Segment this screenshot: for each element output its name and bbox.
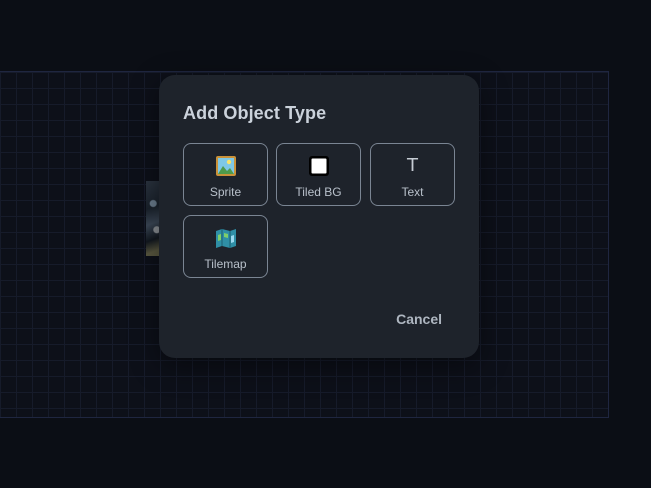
add-object-type-dialog: Add Object Type Sprite Tiled BG T Text T… — [159, 75, 479, 358]
map-icon — [184, 227, 267, 249]
sprite-option-label: Sprite — [209, 185, 242, 199]
tiled-bg-option-button[interactable]: Tiled BG — [276, 143, 361, 206]
dialog-title: Add Object Type — [183, 103, 327, 123]
text-option-label: Text — [401, 185, 424, 199]
tiled-bg-option-label: Tiled BG — [295, 185, 342, 199]
sprite-option-button[interactable]: Sprite — [183, 143, 268, 206]
text-t-icon: T — [407, 155, 418, 176]
tilemap-option-button[interactable]: Tilemap — [183, 215, 268, 278]
text-option-button[interactable]: T Text — [370, 143, 455, 206]
tilemap-option-label: Tilemap — [204, 257, 247, 271]
app-window: Add Object Type Sprite Tiled BG T Text T… — [0, 0, 651, 488]
picture-icon — [184, 155, 267, 177]
white-square-icon — [277, 155, 360, 177]
cancel-button[interactable]: Cancel — [396, 311, 442, 327]
